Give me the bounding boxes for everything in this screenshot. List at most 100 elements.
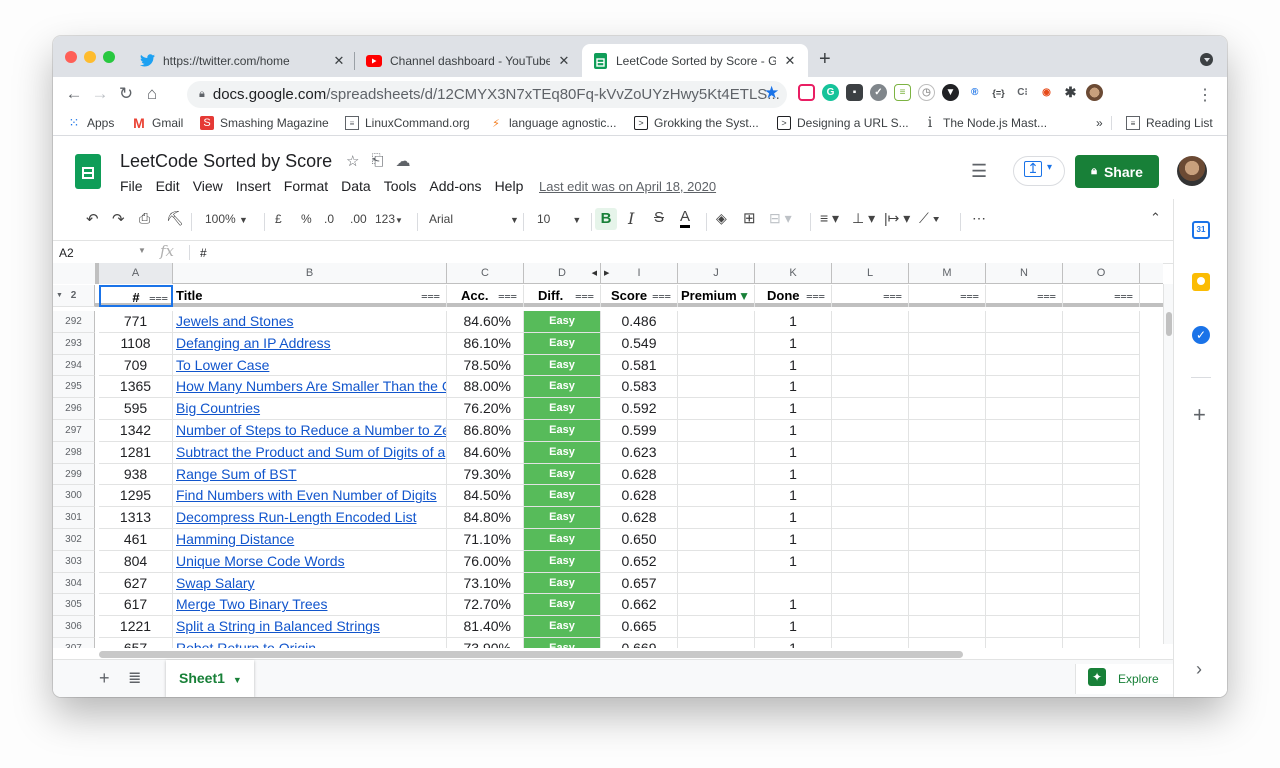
fill-color-icon[interactable]: ◈ (716, 210, 727, 227)
row-header[interactable]: 303 (53, 550, 95, 573)
cell-premium[interactable] (678, 311, 755, 333)
cell-title[interactable]: Big Countries (173, 398, 447, 420)
extension-icon[interactable]: ✓ (870, 84, 887, 101)
cell-title[interactable]: To Lower Case (173, 354, 447, 377)
close-window-button[interactable] (65, 51, 77, 63)
cell-empty[interactable] (1063, 638, 1140, 648)
account-avatar[interactable] (1177, 156, 1207, 186)
cell-premium[interactable] (678, 332, 755, 355)
row-header[interactable]: 295 (53, 376, 95, 399)
header-cell-empty[interactable]: ⩶ (1063, 285, 1140, 307)
bookmark-star-icon[interactable]: ★ (764, 83, 779, 103)
row-header[interactable]: 299 (53, 463, 95, 486)
cell-done[interactable]: 1 (755, 616, 832, 638)
cell-title[interactable]: Range Sum of BST (173, 463, 447, 486)
timer-icon[interactable]: ◷ (918, 84, 935, 101)
cell-difficulty[interactable]: Easy (524, 529, 601, 551)
cell-acceptance[interactable]: 84.60% (447, 441, 524, 464)
cell-acceptance[interactable]: 81.40% (447, 616, 524, 638)
cell-difficulty[interactable]: Easy (524, 376, 601, 399)
cell-title[interactable]: Robot Return to Origin (173, 638, 447, 648)
cell-empty[interactable] (909, 441, 986, 464)
cell-score[interactable]: 0.549 (601, 332, 678, 355)
cell-empty[interactable] (909, 485, 986, 508)
cell-empty[interactable] (986, 311, 1063, 333)
cell-acceptance[interactable]: 84.80% (447, 507, 524, 529)
bold-button[interactable]: B (595, 208, 617, 230)
cell-score[interactable]: 0.628 (601, 507, 678, 529)
tab-search-icon[interactable] (1200, 53, 1213, 66)
cell-premium[interactable] (678, 354, 755, 377)
cell-acceptance[interactable]: 86.80% (447, 420, 524, 442)
cell-empty[interactable] (1063, 311, 1140, 333)
cell-premium[interactable] (678, 616, 755, 638)
italic-button[interactable]: I (628, 209, 634, 228)
row-header[interactable]: 293 (53, 332, 95, 355)
cell-empty[interactable] (909, 572, 986, 595)
cell-empty[interactable] (986, 441, 1063, 464)
menu-insert[interactable]: Insert (236, 178, 271, 194)
cell-done[interactable]: 1 (755, 638, 832, 648)
select-all-corner[interactable] (53, 263, 99, 284)
cell-empty[interactable] (909, 420, 986, 442)
undo-icon[interactable]: ↶ (86, 210, 99, 228)
strikethrough-button[interactable]: S (654, 209, 664, 226)
cell-difficulty[interactable]: Easy (524, 594, 601, 617)
cell-premium[interactable] (678, 441, 755, 464)
cell-empty[interactable] (986, 354, 1063, 377)
browser-menu-icon[interactable]: ⋮ (1197, 85, 1213, 105)
keep-icon[interactable] (1192, 273, 1210, 291)
scrollbar-thumb[interactable] (99, 651, 963, 658)
all-sheets-icon[interactable]: ≣ (128, 668, 141, 688)
cell-acceptance[interactable]: 84.50% (447, 485, 524, 508)
borders-icon[interactable]: ⊞ (743, 209, 756, 227)
cell-score[interactable]: 0.623 (601, 441, 678, 464)
expand-panel-icon[interactable]: › (1196, 659, 1202, 680)
cell-empty[interactable] (832, 332, 909, 355)
cell-number[interactable]: 1108 (99, 332, 173, 355)
collapse-menus-icon[interactable]: ⌃ (1150, 210, 1161, 226)
cell-empty[interactable] (986, 616, 1063, 638)
cell-difficulty[interactable]: Easy (524, 332, 601, 355)
filter-icon[interactable]: ⩶ (498, 285, 517, 307)
percent-format-button[interactable]: % (301, 212, 312, 226)
cell-done[interactable]: 1 (755, 311, 832, 333)
text-color-button[interactable]: A (680, 208, 691, 228)
back-icon[interactable]: ← (61, 84, 87, 104)
cell-empty[interactable] (1063, 354, 1140, 377)
cell-empty[interactable] (1063, 507, 1140, 529)
cell-difficulty[interactable]: Easy (524, 398, 601, 420)
sheets-logo-icon[interactable] (75, 154, 101, 189)
cell-acceptance[interactable]: 72.70% (447, 594, 524, 617)
cell-score[interactable]: 0.628 (601, 463, 678, 486)
cell-number[interactable]: 461 (99, 529, 173, 551)
cell-empty[interactable] (986, 572, 1063, 595)
present-button[interactable] (1013, 156, 1065, 186)
cell-empty[interactable] (1063, 485, 1140, 508)
cell-empty[interactable] (986, 507, 1063, 529)
cell-done[interactable]: 1 (755, 594, 832, 617)
decrease-decimal-button[interactable]: .0 (324, 212, 334, 226)
row-header[interactable]: 302 (53, 529, 95, 551)
cell-empty[interactable] (986, 376, 1063, 399)
cell-done[interactable]: 1 (755, 463, 832, 486)
row-header[interactable]: 306 (53, 616, 95, 638)
cell-empty[interactable] (986, 463, 1063, 486)
cell-premium[interactable] (678, 594, 755, 617)
cell-empty[interactable] (832, 376, 909, 399)
menu-file[interactable]: File (120, 178, 143, 194)
text-wrap-icon[interactable]: |↦ ▾ (884, 210, 910, 227)
cell-number[interactable]: 804 (99, 550, 173, 573)
cell-acceptance[interactable]: 79.30% (447, 463, 524, 486)
cell-difficulty[interactable]: Easy (524, 616, 601, 638)
cell-acceptance[interactable]: 88.00% (447, 376, 524, 399)
cell-empty[interactable] (832, 441, 909, 464)
tab-sheets[interactable]: LeetCode Sorted by Score - Go ✕ (582, 44, 808, 77)
cell-empty[interactable] (909, 311, 986, 333)
bookmark-stackoverflow[interactable]: ⚡︎ language agnostic... (489, 116, 616, 130)
row-header[interactable]: 301 (53, 507, 95, 529)
row-header[interactable]: 304 (53, 572, 95, 595)
cell-premium[interactable] (678, 572, 755, 595)
cell-empty[interactable] (909, 616, 986, 638)
cell-title[interactable]: Unique Morse Code Words (173, 550, 447, 573)
